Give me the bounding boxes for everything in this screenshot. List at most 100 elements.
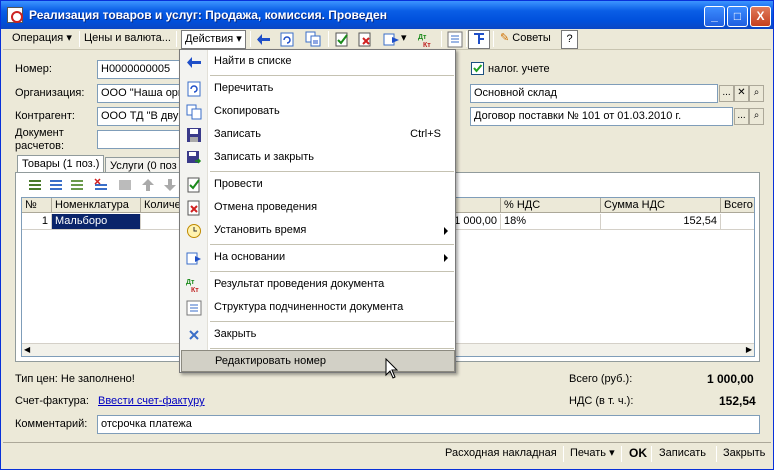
delete-row-icon[interactable] (93, 178, 109, 192)
ok-button[interactable]: OK (625, 445, 651, 463)
menu-separator (210, 75, 454, 76)
maximize-button[interactable]: □ (727, 6, 748, 27)
toolbar-separator (176, 31, 177, 47)
based-on-dropdown[interactable]: ▾ (400, 30, 408, 49)
enter-invoice-link[interactable]: Ввести счет-фактуру (98, 395, 205, 407)
invoice-label: Счет-фактура: (15, 395, 89, 407)
waybill-button[interactable]: Расходная накладная (441, 445, 561, 463)
menu-item-post[interactable]: Провести (181, 174, 455, 196)
contractor-field[interactable]: ООО ТД "В дву (97, 107, 185, 126)
comment-field[interactable]: отсрочка платежа (97, 415, 760, 434)
menu-item-cancel-posting[interactable]: Отмена проведения (181, 197, 455, 219)
end-edit-icon[interactable] (117, 178, 133, 192)
menu-item-copy[interactable]: Скопировать (181, 101, 455, 123)
menu-item-subordination-structure[interactable]: Структура подчиненности документа (181, 297, 455, 319)
menu-item-label: Скопировать (214, 105, 280, 117)
warehouse-open-icon[interactable]: ⌕ (749, 85, 764, 102)
table-cell-total[interactable] (721, 214, 754, 230)
menu-item-edit-number[interactable]: Редактировать номер (181, 350, 455, 372)
settlement-doc-field[interactable] (97, 130, 185, 149)
tab-goods[interactable]: Товары (1 поз.) (17, 155, 105, 173)
actions-menu-button[interactable]: Действия ▾ (181, 30, 246, 49)
menu-item-label: Редактировать номер (215, 355, 327, 367)
close-x-icon (186, 327, 202, 343)
svg-text:Кт: Кт (191, 287, 199, 293)
hierarchy-toggle[interactable] (468, 30, 490, 49)
settlement-doc-label-line1: Документ (15, 127, 64, 139)
copy-icon[interactable] (305, 31, 322, 48)
help-button[interactable]: ? (561, 30, 578, 49)
contract-field[interactable]: Договор поставки № 101 от 01.03.2010 г. (470, 107, 733, 126)
contract-open-icon[interactable]: ⌕ (749, 108, 764, 125)
table-cell-quantity[interactable] (141, 214, 181, 230)
edit-row-icon[interactable] (69, 178, 85, 192)
warehouse-field[interactable]: Основной склад (470, 84, 718, 103)
total-label: Всего (руб.): (569, 373, 633, 385)
print-menu-button[interactable]: Печать ▾ (566, 445, 619, 463)
post-icon[interactable] (334, 31, 351, 48)
minimize-button[interactable]: _ (704, 6, 725, 27)
menu-item-find-in-list[interactable]: Найти в списке (181, 51, 455, 73)
organization-label: Организация: (15, 87, 85, 99)
warehouse-select-button[interactable]: ... (719, 85, 734, 102)
save-button[interactable]: Записать (655, 445, 710, 463)
column-header-number[interactable]: № (22, 198, 52, 213)
move-down-icon[interactable] (163, 178, 177, 192)
advice-button[interactable]: ✎ Советы (497, 30, 554, 49)
column-header-total[interactable]: Всего (721, 198, 754, 213)
organization-field[interactable]: ООО "Наша орг (97, 84, 185, 103)
menu-item-label: Отмена проведения (214, 201, 318, 213)
tax-accounting-checkbox[interactable] (471, 62, 484, 75)
toolbar-separator (79, 31, 80, 47)
warehouse-clear-icon[interactable]: ✕ (734, 85, 749, 102)
menu-item-posting-result[interactable]: Дт Кт Результат проведения документа (181, 274, 455, 296)
operation-menu-button[interactable]: Операция ▾ (9, 30, 75, 49)
column-header-quantity[interactable]: Количе (141, 198, 181, 213)
menu-item-label: Установить время (214, 224, 307, 236)
column-header-nomenclature[interactable]: Номенклатура (52, 198, 141, 213)
number-field[interactable]: Н0000000005 (97, 60, 185, 79)
advice-icon: ✎ (500, 32, 510, 44)
toolbar-separator (493, 31, 494, 47)
menu-item-save-and-close[interactable]: Записать и закрыть (181, 147, 455, 169)
close-window-button[interactable]: X (750, 6, 771, 27)
app-icon[interactable] (7, 7, 23, 23)
table-cell-vat-rate[interactable]: 18% (501, 214, 601, 230)
menu-item-label: На основании (214, 251, 286, 263)
reread-icon[interactable] (279, 31, 296, 48)
save-close-icon (186, 150, 202, 166)
number-label: Номер: (15, 63, 52, 75)
close-button[interactable]: Закрыть (719, 445, 769, 463)
dt-kt-icon[interactable]: Дт Кт (418, 31, 435, 49)
structure-icon[interactable] (447, 31, 464, 48)
menu-item-based-on[interactable]: На основании (181, 247, 455, 269)
contract-select-button[interactable]: ... (734, 108, 749, 125)
copy-row-icon[interactable] (48, 178, 64, 192)
find-in-list-icon (186, 54, 202, 70)
menu-item-set-time[interactable]: Установить время (181, 220, 455, 242)
menu-separator (210, 171, 454, 172)
table-cell-vat-sum[interactable]: 152,54 (601, 214, 721, 230)
table-cell-number[interactable]: 1 (22, 214, 52, 230)
based-on-icon[interactable] (383, 31, 400, 48)
menu-item-label: Найти в списке (214, 55, 292, 67)
move-up-icon[interactable] (141, 178, 155, 192)
table-cell-nomenclature[interactable]: Мальборо (52, 214, 141, 230)
toolbar-separator (466, 31, 467, 47)
column-header-vat-rate[interactable]: % НДС (501, 198, 601, 213)
column-header-vat-sum[interactable]: Сумма НДС (601, 198, 721, 213)
add-row-icon[interactable] (27, 178, 43, 192)
menu-separator (210, 271, 454, 272)
unpost-icon (186, 200, 202, 216)
scroll-left-icon[interactable]: ◀ (24, 345, 30, 354)
find-in-list-icon[interactable] (256, 31, 273, 48)
title-bar[interactable]: Реализация товаров и услуг: Продажа, ком… (1, 1, 773, 29)
reread-icon (186, 81, 202, 97)
menu-item-label: Записать и закрыть (214, 151, 315, 163)
scroll-right-icon[interactable]: ▶ (746, 345, 752, 354)
prices-currency-button[interactable]: Цены и валюта... (81, 30, 174, 49)
menu-item-close[interactable]: Закрыть (181, 324, 455, 346)
menu-item-reread[interactable]: Перечитать (181, 78, 455, 100)
menu-item-save[interactable]: Записать Ctrl+S (181, 124, 455, 146)
unpost-icon[interactable] (357, 31, 374, 48)
